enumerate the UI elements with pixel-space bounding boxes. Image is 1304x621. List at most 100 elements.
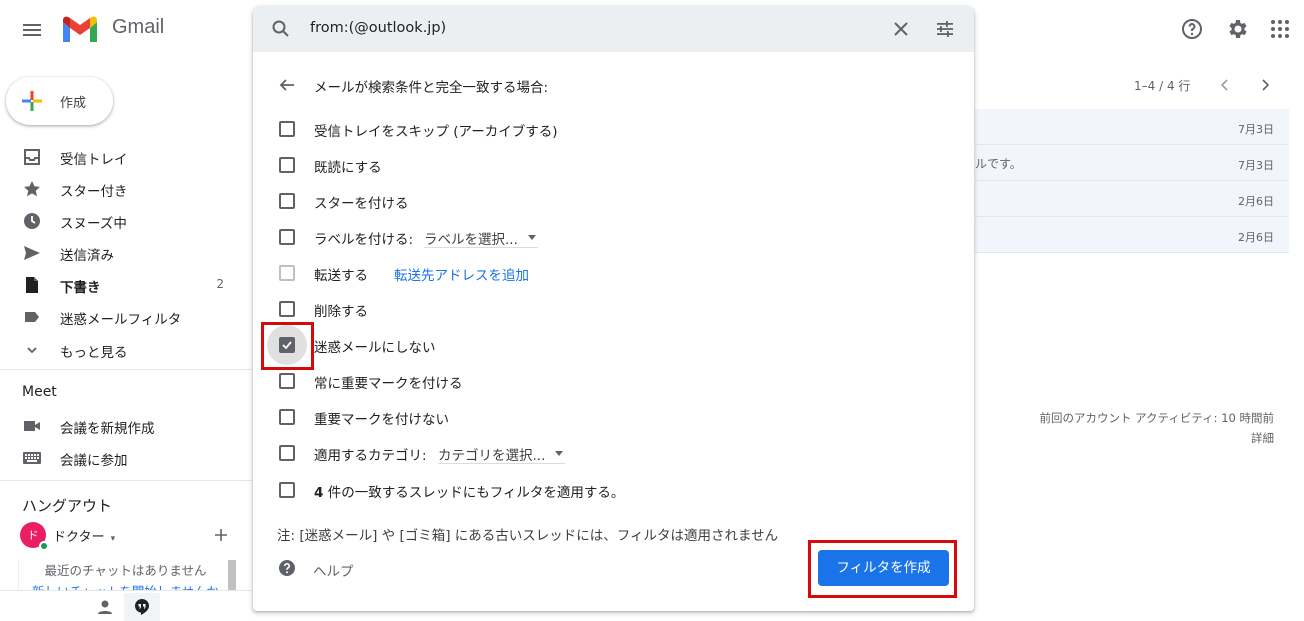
category-select-dropdown[interactable]: カテゴリを選択... [438, 444, 566, 464]
option-apply-to-matching[interactable]: 4 件の一致するスレッドにもフィルタを適用する。 [277, 478, 677, 502]
caret-down-icon: ▾ [110, 534, 116, 544]
inbox-icon [22, 147, 42, 167]
checkbox[interactable] [279, 373, 295, 389]
compose-button[interactable]: 作成 [6, 77, 113, 125]
chevron-left-icon[interactable] [1217, 77, 1233, 93]
online-status-dot [39, 541, 49, 551]
mail-row[interactable]: 7月3日 [975, 109, 1289, 145]
close-icon[interactable] [891, 19, 911, 39]
sidebar-item-sent[interactable]: 送信済み [0, 236, 244, 268]
option-label: 既読にする [314, 160, 382, 176]
mail-row[interactable]: ルです。 7月3日 [975, 145, 1289, 181]
mail-date: 7月3日 [1238, 159, 1274, 172]
search-icon[interactable] [271, 19, 291, 39]
sidebar-item-snoozed[interactable]: スヌーズ中 [0, 204, 244, 236]
mail-date: 2月6日 [1238, 231, 1274, 244]
meet-item-label: 会議に参加 [60, 453, 128, 469]
option-categorize[interactable]: 適用するカテゴリ: カテゴリを選択... [277, 441, 577, 465]
option-label: スターを付ける [314, 196, 409, 212]
menu-icon[interactable] [20, 18, 44, 42]
mail-date: 2月6日 [1238, 195, 1274, 208]
option-label: 適用するカテゴリ: [314, 448, 427, 464]
back-arrow-icon[interactable] [278, 76, 296, 94]
checkbox[interactable] [279, 482, 295, 498]
dialog-heading: メールが検索条件と完全一致する場合: [314, 80, 549, 96]
mail-row[interactable]: 2月6日 [975, 181, 1289, 217]
chevron-down-icon [22, 340, 42, 360]
checkbox[interactable] [279, 193, 295, 209]
checkbox[interactable] [279, 157, 295, 173]
search-input[interactable]: from:(@outlook.jp) [310, 20, 446, 36]
chevron-right-icon[interactable] [1257, 77, 1273, 93]
hangouts-title: ハングアウト [22, 497, 113, 515]
scrollbar[interactable] [228, 560, 236, 590]
help-link[interactable]: ヘルプ [313, 560, 354, 580]
option-label: 常に重要マークを付ける [314, 376, 463, 392]
search-bar[interactable]: from:(@outlook.jp) [253, 6, 974, 52]
match-count: 4 [314, 485, 324, 501]
caret-down-icon [555, 451, 564, 456]
checkbox[interactable] [279, 265, 295, 281]
sidebar-item-drafts[interactable]: 下書き 2 [0, 268, 244, 300]
help-circle-icon[interactable] [278, 559, 296, 577]
option-apply-label[interactable]: ラベルを付ける: ラベルを選択... [277, 225, 557, 249]
settings-icon[interactable] [1225, 17, 1249, 41]
filter-dialog: from:(@outlook.jp) メールが検索条件と完全一致する場合: 受信… [253, 6, 974, 611]
option-forward[interactable]: 転送する 転送先アドレスを追加 [277, 261, 577, 285]
checkbox[interactable] [279, 445, 295, 461]
video-icon [22, 416, 42, 436]
mail-row[interactable]: 2月6日 [975, 217, 1289, 253]
sidebar-item-starred[interactable]: スター付き [0, 172, 244, 204]
divider [0, 480, 252, 481]
account-activity-text: 前回のアカウント アクティビティ: 10 時間前 [1039, 411, 1274, 425]
checkbox[interactable] [279, 409, 295, 425]
option-label-text: 件の一致するスレッドにもフィルタを適用する。 [327, 485, 625, 501]
clock-icon [22, 211, 42, 231]
option-label: 削除する [314, 304, 368, 320]
pagination-text: 1–4 / 4 行 [1134, 79, 1191, 93]
draft-icon [22, 275, 42, 295]
avatar[interactable]: ド [20, 522, 49, 551]
add-chat-icon[interactable] [211, 525, 231, 545]
sidebar-item-label: 迷惑メールフィルタ [60, 312, 182, 328]
option-label: 重要マークを付けない [314, 412, 449, 428]
sidebar-item-more[interactable]: もっと見る [0, 333, 244, 365]
option-label: 4 件の一致するスレッドにもフィルタを適用する。 [314, 481, 624, 501]
gmail-logo-icon[interactable] [60, 14, 100, 44]
plus-icon [20, 89, 44, 113]
hangouts-tab[interactable] [124, 593, 160, 621]
meet-new-meeting[interactable]: 会議を新規作成 [0, 409, 244, 441]
details-link[interactable]: 詳細 [1200, 430, 1274, 446]
option-label: ラベルを付ける: [314, 232, 414, 248]
star-icon [22, 179, 42, 199]
highlight-box-create-button [808, 540, 957, 598]
sidebar-item-spam-filter[interactable]: 迷惑メールフィルタ [0, 300, 244, 332]
meet-title: Meet [22, 384, 57, 400]
user-name-label: ドクター [53, 530, 105, 545]
sidebar-item-inbox[interactable]: 受信トレイ [0, 140, 244, 172]
checkbox[interactable] [279, 229, 295, 245]
checkbox[interactable] [279, 121, 295, 137]
person-icon[interactable] [96, 598, 114, 616]
sidebar-item-label: もっと見る [60, 345, 128, 361]
sidebar-item-label: スター付き [60, 184, 128, 200]
sidebar-item-label: スヌーズ中 [60, 216, 127, 232]
checkbox[interactable] [279, 301, 295, 317]
meet-join-meeting[interactable]: 会議に参加 [0, 441, 244, 473]
option-never-spam[interactable]: 迷惑メールにしない [267, 325, 527, 365]
sidebar-item-label: 受信トレイ [60, 152, 128, 168]
search-options-icon[interactable] [935, 19, 955, 39]
option-label: 迷惑メールにしない [314, 340, 436, 356]
help-icon[interactable] [1180, 17, 1204, 41]
compose-label: 作成 [60, 96, 87, 111]
select-value: ラベルを選択... [424, 232, 518, 248]
mail-date: 7月3日 [1238, 123, 1274, 136]
label-icon [22, 307, 42, 327]
highlight-box-checkbox [261, 322, 314, 370]
apps-icon[interactable] [1268, 17, 1292, 41]
label-select-dropdown[interactable]: ラベルを選択... [424, 228, 538, 248]
sidebar-item-label: 送信済み [60, 248, 114, 264]
hangouts-user-name[interactable]: ドクター ▾ [53, 526, 115, 545]
add-forwarding-address-link[interactable]: 転送先アドレスを追加 [394, 264, 529, 284]
no-chats-text: 最近のチャットはありません [44, 563, 207, 578]
